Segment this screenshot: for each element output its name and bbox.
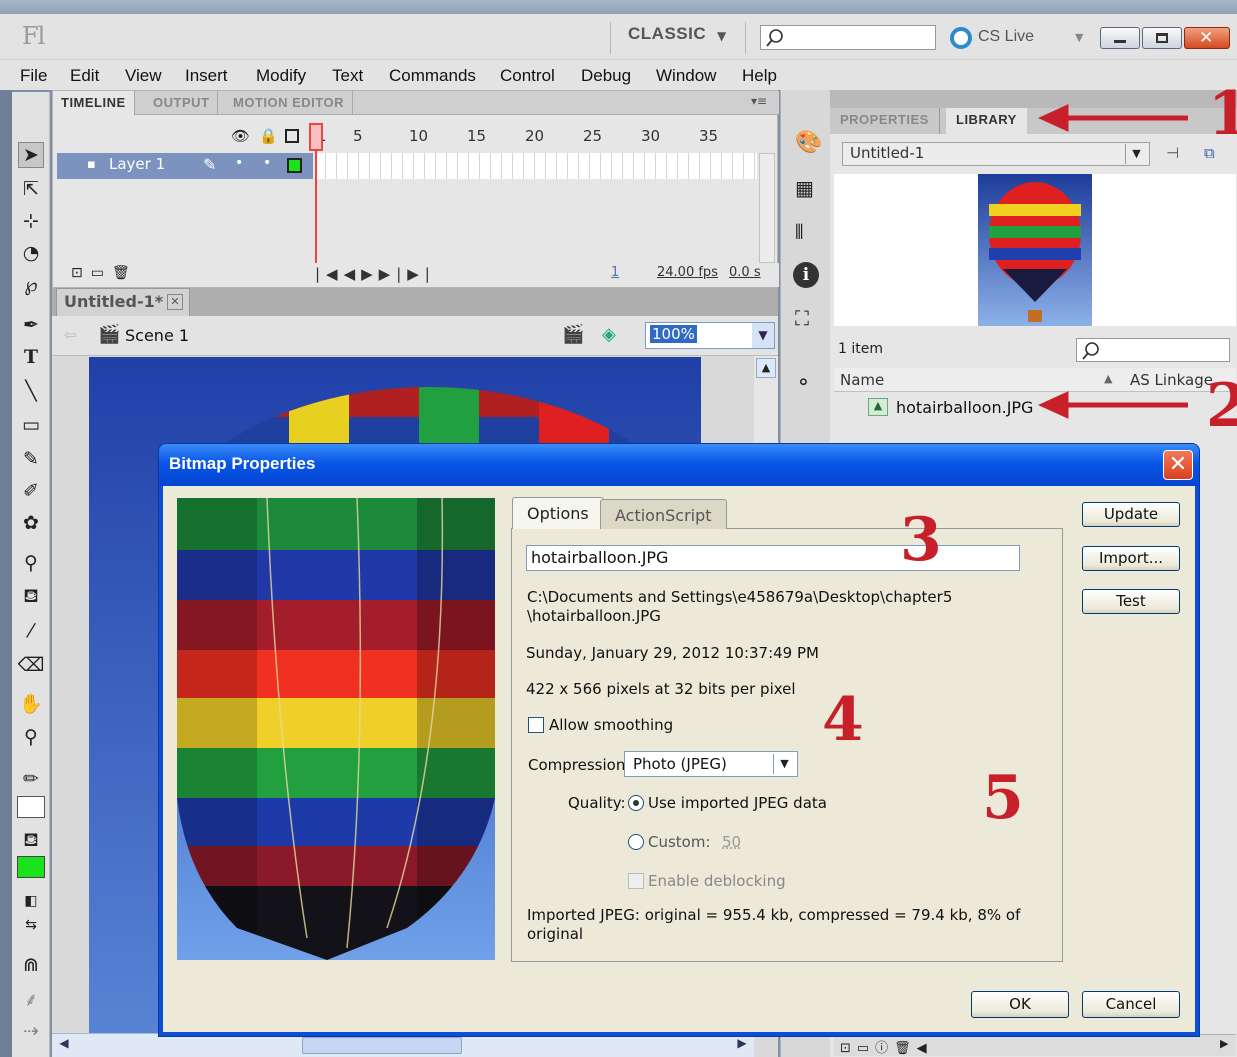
bitmap-preview — [177, 498, 495, 960]
bitmap-properties-dialog: Bitmap Properties ✕ Options ActionScript… — [158, 443, 1200, 1037]
dialog-title-bar[interactable]: Bitmap Properties ✕ — [159, 444, 1199, 486]
custom-quality-radio[interactable] — [628, 834, 644, 850]
annotation-5: 5 — [982, 763, 1024, 833]
tab-options[interactable]: Options — [512, 497, 604, 529]
custom-quality-value[interactable]: 50 — [722, 832, 741, 852]
file-path-line2: \hotairballoon.JPG — [527, 607, 661, 625]
bitmap-dimensions: 422 x 566 pixels at 32 bits per pixel — [526, 680, 796, 698]
compression-select[interactable]: Photo (JPEG) ▼ — [624, 751, 798, 777]
file-path-line1: C:\Documents and Settings\e458679a\Deskt… — [527, 588, 953, 606]
annotation-2: 2 — [1206, 371, 1237, 441]
compression-value: Photo (JPEG) — [633, 755, 727, 773]
quality-label: Quality: — [568, 794, 626, 812]
enable-deblocking-label[interactable]: Enable deblocking — [648, 871, 786, 891]
ok-button[interactable]: OK — [971, 991, 1069, 1018]
bitmap-name-input[interactable]: hotairballoon.JPG — [526, 545, 1020, 571]
balloon-preview-image — [177, 498, 495, 960]
dialog-title: Bitmap Properties — [169, 454, 316, 473]
compression-info-line2: original — [527, 925, 584, 943]
test-button[interactable]: Test — [1082, 589, 1180, 614]
enable-deblocking-checkbox[interactable] — [628, 873, 644, 889]
file-date: Sunday, January 29, 2012 10:37:49 PM — [526, 644, 819, 662]
allow-smoothing-label[interactable]: Allow smoothing — [549, 715, 673, 735]
allow-smoothing-checkbox[interactable] — [528, 717, 544, 733]
compression-label: Compression: — [528, 756, 631, 774]
annotation-3: 3 — [900, 505, 942, 575]
custom-label[interactable]: Custom: — [648, 832, 711, 852]
options-tab-panel: Options ActionScript hotairballoon.JPG C… — [511, 497, 1063, 962]
update-button[interactable]: Update — [1082, 502, 1180, 527]
import-button[interactable]: Import... — [1082, 546, 1180, 571]
use-imported-label[interactable]: Use imported JPEG data — [648, 793, 827, 813]
dialog-body: Options ActionScript hotairballoon.JPG C… — [163, 486, 1195, 1032]
cancel-button[interactable]: Cancel — [1082, 991, 1180, 1018]
close-icon[interactable]: ✕ — [1163, 450, 1193, 480]
chevron-down-icon[interactable]: ▼ — [773, 754, 795, 774]
flash-window: Fl CLASSIC ▼ CS Live ▼ ✕ File Edit View … — [0, 0, 1237, 1057]
use-imported-radio[interactable] — [628, 795, 644, 811]
annotation-4: 4 — [822, 685, 864, 755]
tab-actionscript[interactable]: ActionScript — [600, 499, 727, 529]
compression-info-line1: Imported JPEG: original = 955.4 kb, comp… — [527, 906, 1021, 924]
annotation-1: 1 — [1208, 79, 1237, 149]
